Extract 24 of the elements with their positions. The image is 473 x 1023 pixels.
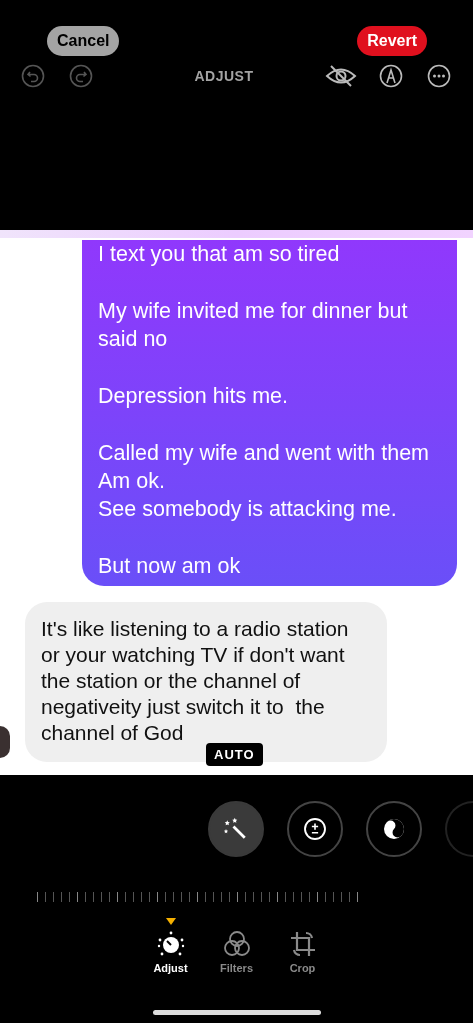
message-text: My wife invited me for dinner but said no [98,298,409,353]
message-text: Called my wife and went with them Am ok. See somebody is attacking me. [98,440,430,523]
markup-pen-icon[interactable] [379,64,403,88]
avatar [0,726,10,758]
crop-tab[interactable]: Crop [282,918,323,974]
message-text: Depression hits me. [98,383,289,410]
undo-icon[interactable] [21,64,45,88]
filters-icon [221,929,252,959]
revert-button[interactable]: Revert [357,26,427,56]
auto-button[interactable] [208,801,264,857]
slider-ruler[interactable] [37,890,358,902]
brilliance-button[interactable] [366,801,422,857]
hidden-eye-icon[interactable] [325,65,357,87]
screen-title: ADJUST [193,68,255,84]
auto-badge: AUTO [206,743,263,766]
message-text: It's like listening to a radio station or your watching TV if don't want the station or the channel of negativeity just switch it to the channel of God [41,616,350,746]
redo-icon[interactable] [69,64,93,88]
filters-tab[interactable]: Filters [216,918,257,974]
adjust-tab[interactable]: Adjust [150,918,191,974]
exposure-button[interactable] [287,801,343,857]
cancel-button[interactable]: Cancel [47,26,120,56]
message-text: I text you that am so tired [98,241,341,268]
message-text: But now am ok [98,553,242,580]
more-icon[interactable] [427,64,451,88]
